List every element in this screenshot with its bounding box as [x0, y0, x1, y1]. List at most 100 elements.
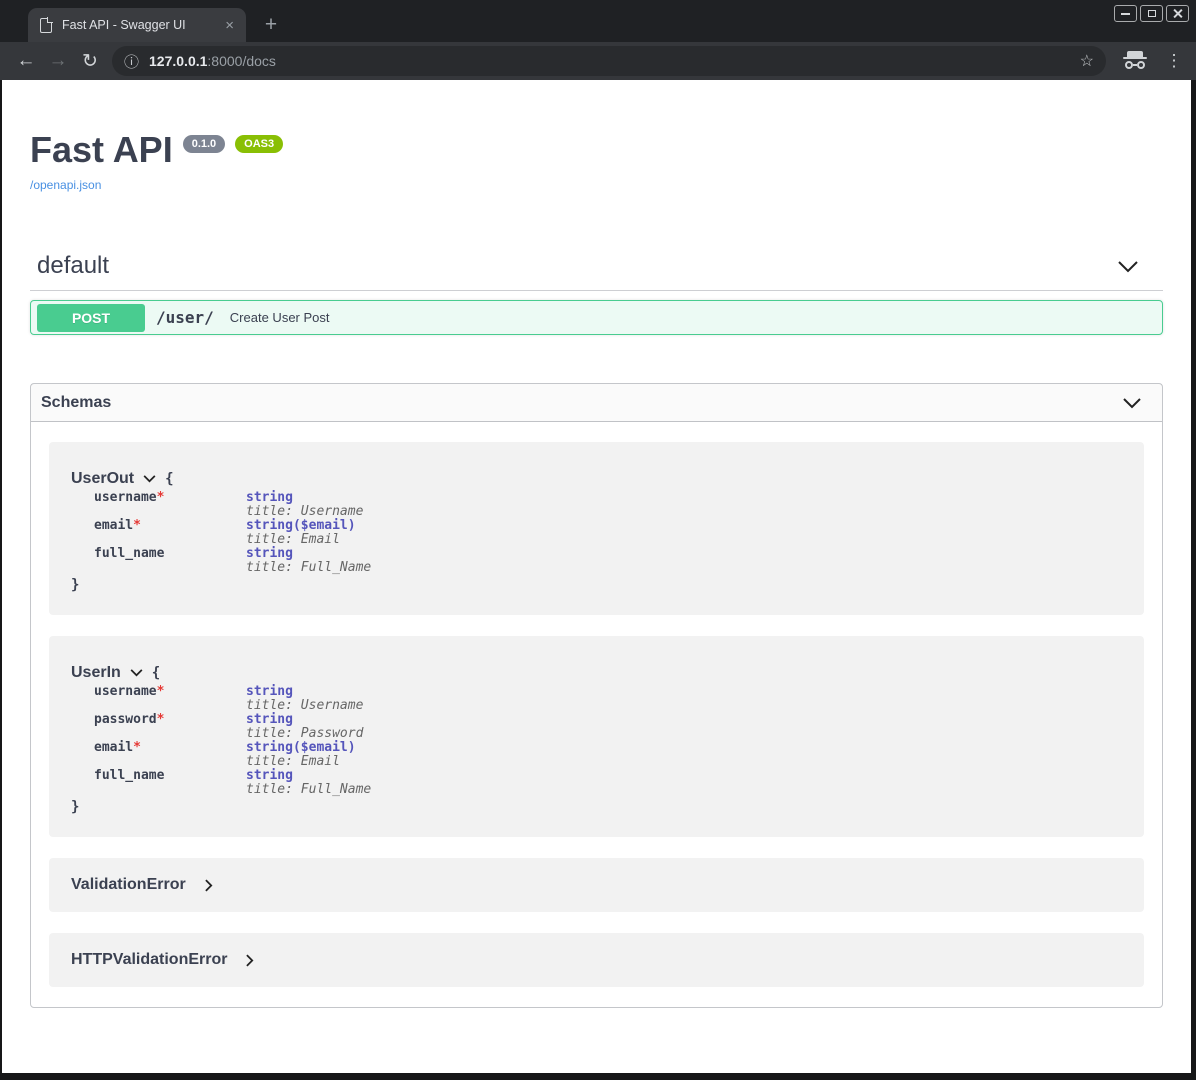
minimize-button[interactable] [1114, 5, 1137, 22]
property-desc: stringtitle: Password [246, 713, 363, 741]
url-text: 127.0.0.1:8000/docs [149, 53, 276, 69]
model-httpvalidationerror: HTTPValidationError [49, 933, 1144, 987]
close-brace: } [71, 799, 1124, 815]
property-desc: stringtitle: Full_Name [246, 769, 371, 797]
model-properties: username*stringtitle: Usernamepassword*s… [94, 685, 1124, 797]
property-title: title: Username [246, 505, 363, 519]
model-title: HTTPValidationError [71, 951, 227, 969]
property-row: full_namestringtitle: Full_Name [94, 769, 1124, 797]
opblock-post-user[interactable]: POST /user/ Create User Post [30, 300, 1163, 335]
required-marker: * [157, 490, 165, 505]
property-type: string [246, 547, 371, 561]
property-title: title: Username [246, 699, 363, 713]
tab-title: Fast API - Swagger UI [62, 18, 221, 32]
property-name: username* [94, 685, 246, 713]
property-name: email* [94, 741, 246, 769]
model-header[interactable]: UserIn { [71, 664, 1124, 682]
required-marker: * [133, 740, 141, 755]
operation-path: /user/ [156, 308, 214, 327]
chevron-right-icon[interactable] [205, 879, 213, 892]
model-userout: UserOut{username*stringtitle: Usernameem… [49, 442, 1144, 615]
browser-window: Fast API - Swagger UI × + ← → ↻ ⓘ 127.0.… [0, 0, 1196, 1080]
property-type: string [246, 491, 363, 505]
property-desc: stringtitle: Username [246, 685, 363, 713]
close-brace: } [71, 577, 1124, 593]
bookmark-star-icon[interactable]: ☆ [1080, 51, 1094, 71]
window-controls [1114, 5, 1189, 22]
api-title-row: Fast API 0.1.0 OAS3 [30, 130, 1163, 170]
property-title: title: Email [246, 755, 356, 769]
property-desc: string($email)title: Email [246, 519, 356, 547]
property-desc: stringtitle: Username [246, 491, 363, 519]
property-title: title: Password [246, 727, 363, 741]
model-userin: UserIn{username*stringtitle: Usernamepas… [49, 636, 1144, 837]
chevron-down-icon[interactable] [130, 669, 143, 677]
close-icon [1173, 9, 1182, 18]
chevron-right-icon[interactable] [246, 954, 254, 967]
property-type: string [246, 769, 371, 783]
url-path: :8000/docs [207, 53, 276, 69]
model-header[interactable]: ValidationError [71, 876, 213, 894]
forward-icon[interactable]: → [42, 50, 74, 72]
new-tab-button[interactable]: + [258, 13, 284, 39]
property-row: email*string($email)title: Email [94, 519, 1124, 547]
property-title: title: Email [246, 533, 356, 547]
page-favicon-icon [40, 18, 52, 33]
reload-icon[interactable]: ↻ [74, 50, 106, 73]
version-badge: 0.1.0 [183, 135, 225, 153]
property-name: password* [94, 713, 246, 741]
chevron-down-icon[interactable] [143, 475, 156, 483]
schemas-heading: Schemas [41, 394, 111, 412]
model-header[interactable]: HTTPValidationError [71, 951, 254, 969]
property-type: string [246, 713, 363, 727]
property-type: string($email) [246, 519, 356, 533]
open-brace: { [152, 665, 160, 681]
back-icon[interactable]: ← [10, 50, 42, 72]
model-title: UserOut [71, 470, 134, 488]
schemas-header[interactable]: Schemas [31, 384, 1162, 422]
tab-close-icon[interactable]: × [221, 16, 238, 35]
tag-section-default[interactable]: default [30, 252, 1163, 291]
required-marker: * [133, 518, 141, 533]
tag-name: default [37, 252, 109, 280]
maximize-icon [1148, 10, 1156, 17]
property-row: password*stringtitle: Password [94, 713, 1124, 741]
model-validationerror: ValidationError [49, 858, 1144, 912]
schemas-section: Schemas UserOut{username*stringtitle: Us… [30, 383, 1163, 1008]
property-desc: stringtitle: Full_Name [246, 547, 371, 575]
property-row: username*stringtitle: Username [94, 491, 1124, 519]
browser-toolbar: ← → ↻ ⓘ 127.0.0.1:8000/docs ☆ ⋮ [0, 42, 1196, 80]
api-info: Fast API 0.1.0 OAS3 /openapi.json [30, 80, 1163, 194]
models-list: UserOut{username*stringtitle: Usernameem… [31, 422, 1162, 1007]
model-header[interactable]: UserOut{ [71, 470, 1124, 488]
chevron-down-icon[interactable] [1122, 397, 1142, 409]
property-name: full_name [94, 547, 246, 575]
property-row: username*stringtitle: Username [94, 685, 1124, 713]
property-type: string [246, 685, 363, 699]
swagger-page: Fast API 0.1.0 OAS3 /openapi.json defaul… [2, 80, 1191, 1073]
oas3-badge: OAS3 [235, 135, 283, 153]
browser-menu-icon[interactable]: ⋮ [1162, 51, 1186, 71]
chevron-down-icon[interactable] [1117, 260, 1139, 273]
property-type: string($email) [246, 741, 356, 755]
operation-summary: Create User Post [230, 310, 330, 325]
site-info-icon[interactable]: ⓘ [124, 51, 139, 72]
model-title: UserIn [71, 664, 121, 682]
maximize-button[interactable] [1140, 5, 1163, 22]
property-row: full_namestringtitle: Full_Name [94, 547, 1124, 575]
openapi-json-link[interactable]: /openapi.json [30, 178, 101, 192]
property-title: title: Full_Name [246, 561, 371, 575]
browser-tab[interactable]: Fast API - Swagger UI × [28, 8, 246, 42]
url-host: 127.0.0.1 [149, 53, 207, 69]
page-title: Fast API [30, 130, 173, 170]
address-bar[interactable]: ⓘ 127.0.0.1:8000/docs ☆ [112, 46, 1106, 76]
browser-titlebar: Fast API - Swagger UI × + [0, 0, 1196, 42]
property-name: full_name [94, 769, 246, 797]
required-marker: * [157, 712, 165, 727]
incognito-icon [1122, 51, 1148, 71]
model-properties: username*stringtitle: Usernameemail*stri… [94, 491, 1124, 575]
model-title: ValidationError [71, 876, 186, 894]
required-marker: * [157, 684, 165, 699]
close-button[interactable] [1166, 5, 1189, 22]
property-name: email* [94, 519, 246, 547]
